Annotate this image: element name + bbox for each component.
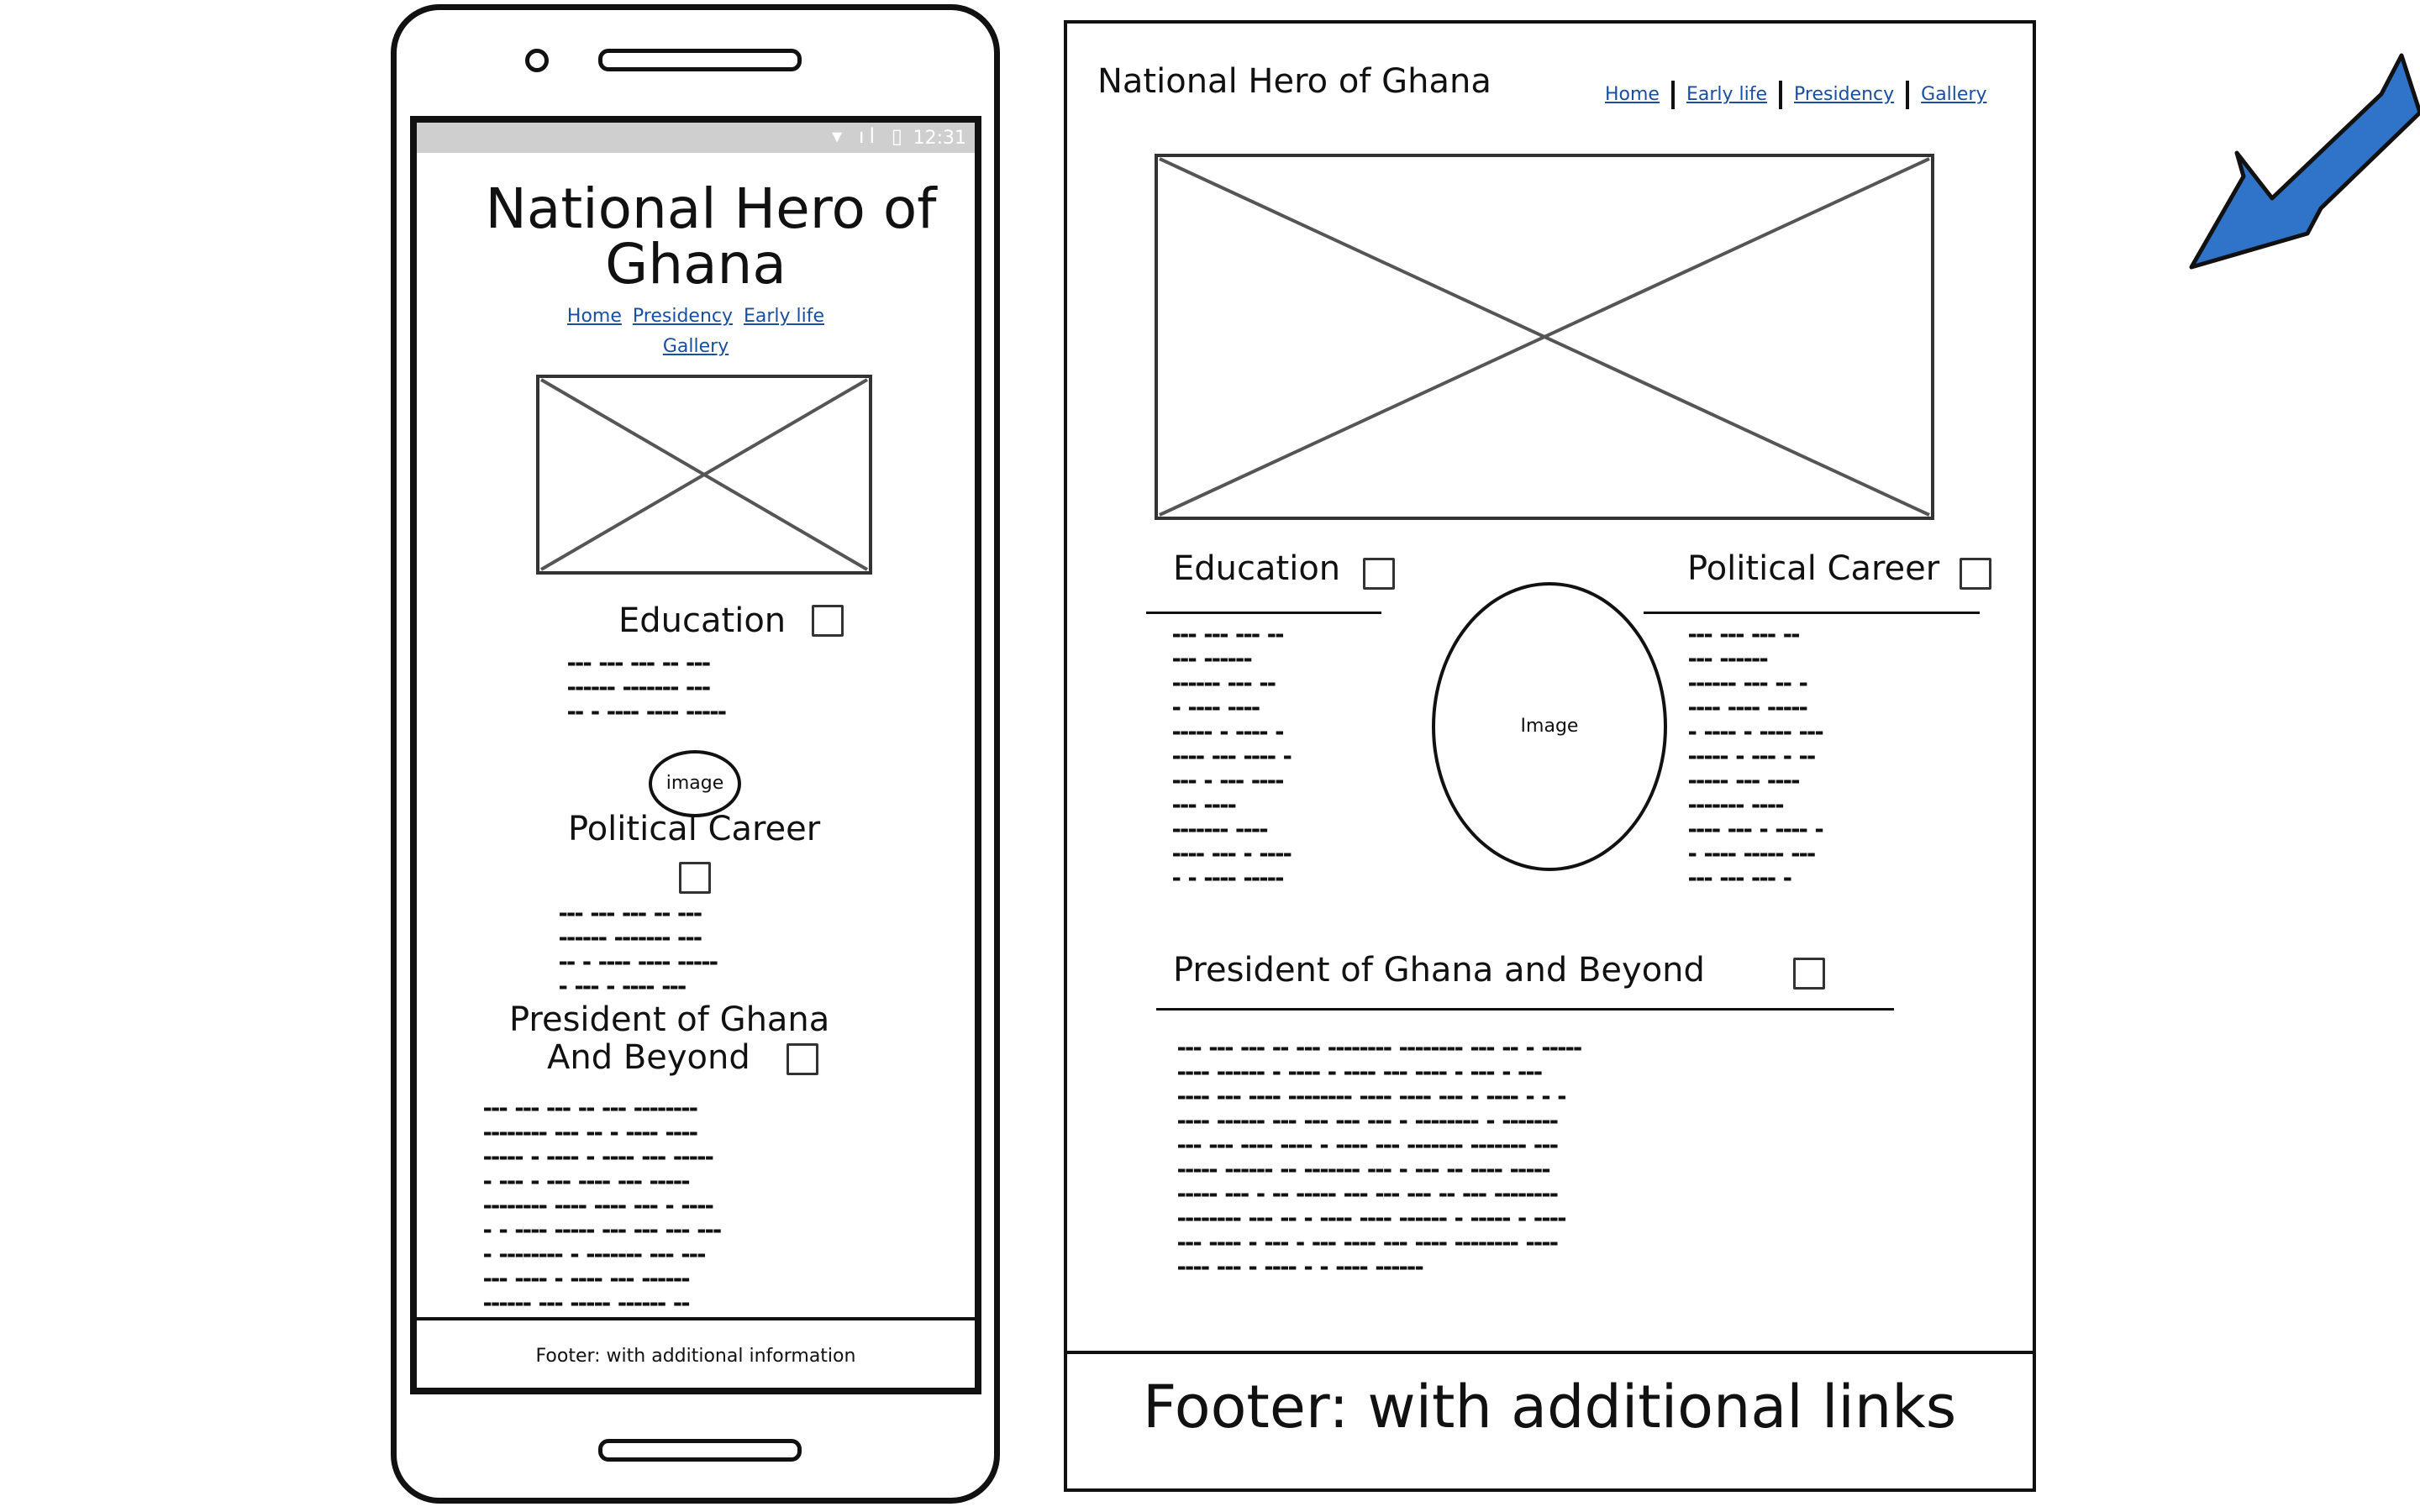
divider-line bbox=[1156, 1008, 1894, 1011]
mobile-nav-gallery[interactable]: Gallery bbox=[663, 336, 729, 357]
mobile-education-text: ▬▬▬ ▬▬▬ ▬▬▬ ▬▬ ▬▬▬ ▬▬▬▬▬▬ ▬▬▬▬▬▬▬ ▬▬▬ ▬▬ ▬… bbox=[568, 657, 727, 719]
placeholder-cross-icon bbox=[539, 378, 869, 571]
desktop-political-text: ▬▬▬ ▬▬▬ ▬▬▬ ▬▬ ▬▬▬ ▬▬▬▬▬▬ ▬▬▬▬▬▬ ▬▬▬ ▬▬ ▬ ▬… bbox=[1689, 628, 1824, 885]
nav-divider bbox=[1670, 81, 1675, 109]
mobile-president-checkbox[interactable] bbox=[786, 1043, 818, 1075]
desktop-frame: National Hero of Ghana Home Early life Pre… bbox=[1064, 20, 2036, 1492]
desktop-president-text: ▬▬▬ ▬▬▬ ▬▬▬ ▬▬ ▬▬▬ ▬▬▬▬▬▬▬▬ ▬▬▬▬▬▬▬▬ ▬▬▬… bbox=[1178, 1042, 1582, 1274]
phone-screen: ▾ ıl ▯ 12:31 National Hero of Ghana Home… bbox=[410, 116, 981, 1394]
mobile-president-text: ▬▬▬ ▬▬▬ ▬▬▬ ▬▬ ▬▬▬ ▬▬▬▬▬▬▬▬ ▬▬▬▬▬▬▬▬ ▬▬▬… bbox=[484, 1102, 722, 1310]
divider-line bbox=[1146, 612, 1381, 614]
mobile-image-circle: image bbox=[649, 750, 741, 817]
desktop-education-checkbox[interactable] bbox=[1363, 558, 1395, 590]
camera-icon bbox=[525, 49, 549, 72]
mobile-hero-image-placeholder bbox=[536, 375, 872, 575]
desktop-education-text: ▬▬▬ ▬▬▬ ▬▬▬ ▬▬ ▬▬▬ ▬▬▬▬▬▬ ▬▬▬▬▬▬ ▬▬▬ ▬▬ ▬ ▬… bbox=[1173, 628, 1292, 885]
placeholder-cross-icon bbox=[1159, 157, 1930, 517]
desktop-nav: Home Early life Presidency Gallery bbox=[1605, 81, 1987, 109]
mobile-education-heading: Education bbox=[618, 601, 786, 640]
mobile-nav: Home Presidency Early life bbox=[417, 306, 975, 327]
status-time: 12:31 bbox=[913, 128, 966, 149]
desktop-image-circle: Image bbox=[1432, 582, 1667, 871]
desktop-nav-home[interactable]: Home bbox=[1605, 84, 1660, 105]
desktop-political-checkbox[interactable] bbox=[1960, 558, 1991, 590]
pointer-arrow-icon bbox=[2189, 53, 2420, 270]
mobile-nav-home[interactable]: Home bbox=[567, 306, 622, 327]
desktop-footer: Footer: with additional links bbox=[1067, 1351, 2033, 1488]
desktop-footer-text: Footer: with additional links bbox=[1143, 1373, 1957, 1441]
desktop-education-heading: Education bbox=[1173, 549, 1341, 588]
desktop-nav-early-life[interactable]: Early life bbox=[1686, 84, 1767, 105]
mobile-page-title-line2: Ghana bbox=[605, 232, 786, 297]
desktop-nav-presidency[interactable]: Presidency bbox=[1794, 84, 1894, 105]
desktop-nav-gallery[interactable]: Gallery bbox=[1921, 84, 1986, 105]
mobile-political-checkbox[interactable] bbox=[679, 862, 711, 894]
speaker-icon bbox=[598, 49, 802, 71]
mobile-president-heading-line2: And Beyond bbox=[547, 1038, 750, 1077]
mobile-education-checkbox[interactable] bbox=[812, 605, 844, 637]
mobile-footer: Footer: with additional information bbox=[417, 1317, 975, 1388]
desktop-president-checkbox[interactable] bbox=[1793, 958, 1825, 990]
nav-divider bbox=[1779, 81, 1783, 109]
mobile-nav-early-life[interactable]: Early life bbox=[744, 306, 824, 327]
status-bar: ▾ ıl ▯ 12:31 bbox=[417, 123, 975, 153]
status-icons: ▾ ıl ▯ bbox=[832, 124, 908, 148]
desktop-political-heading: Political Career bbox=[1687, 549, 1940, 588]
mobile-political-heading: Political Career bbox=[568, 810, 821, 848]
nav-divider bbox=[1906, 81, 1910, 109]
divider-line bbox=[1644, 612, 1980, 614]
desktop-president-heading: President of Ghana and Beyond bbox=[1173, 951, 1705, 990]
mobile-nav-presidency[interactable]: Presidency bbox=[633, 306, 733, 327]
mobile-political-text: ▬▬▬ ▬▬▬ ▬▬▬ ▬▬ ▬▬▬ ▬▬▬▬▬▬ ▬▬▬▬▬▬▬ ▬▬▬ ▬▬ ▬… bbox=[560, 907, 718, 994]
mobile-page-title: National Hero of bbox=[485, 176, 937, 241]
desktop-hero-image-placeholder bbox=[1155, 154, 1934, 520]
mobile-president-heading: President of Ghana bbox=[509, 1000, 830, 1039]
mobile-nav-row2: Gallery bbox=[417, 336, 975, 357]
desktop-page-title: National Hero of Ghana bbox=[1097, 62, 1491, 101]
home-button[interactable] bbox=[598, 1439, 802, 1462]
